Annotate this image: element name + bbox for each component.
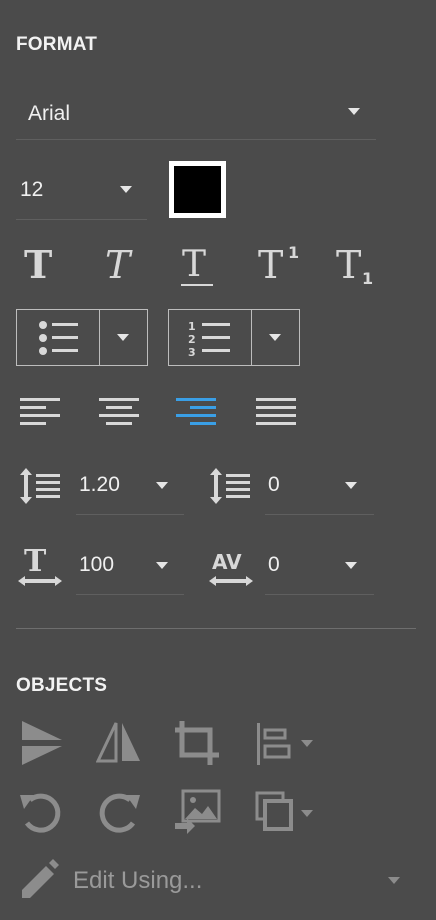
flip-vertical-icon[interactable] bbox=[22, 719, 64, 767]
line-spacing-value: 1.20 bbox=[79, 473, 120, 496]
scale-dropdown[interactable]: 100 bbox=[76, 553, 184, 595]
chevron-down-icon bbox=[269, 334, 281, 341]
objects-section-title: OBJECTS bbox=[16, 675, 108, 696]
bullet-list-icon bbox=[39, 321, 78, 355]
rotate-right-icon[interactable] bbox=[96, 791, 142, 835]
numbered-list-dropdown[interactable] bbox=[252, 310, 299, 365]
bullet-list-dropdown[interactable] bbox=[100, 310, 147, 365]
scale-value: 100 bbox=[79, 553, 115, 576]
flip-horizontal-icon[interactable] bbox=[96, 721, 142, 765]
horizontal-scale-icon: T bbox=[16, 545, 64, 589]
tracking-dropdown[interactable]: 0 bbox=[265, 553, 374, 595]
svg-text:1: 1 bbox=[288, 243, 299, 262]
font-size-value: 12 bbox=[20, 178, 44, 201]
numbered-list-control: 1 2 3 bbox=[168, 309, 300, 366]
chevron-down-icon bbox=[117, 334, 129, 341]
svg-text:T: T bbox=[258, 243, 283, 282]
chevron-down-icon bbox=[348, 108, 360, 115]
align-center-icon[interactable] bbox=[99, 396, 139, 428]
svg-text:3: 3 bbox=[188, 346, 196, 359]
paragraph-spacing-dropdown[interactable]: 0 bbox=[265, 473, 374, 515]
crop-icon[interactable] bbox=[173, 719, 221, 767]
align-left-icon[interactable] bbox=[20, 396, 60, 428]
font-size-dropdown[interactable]: 12 bbox=[16, 178, 147, 220]
svg-text:T: T bbox=[336, 244, 361, 286]
bullet-list-button[interactable] bbox=[17, 310, 99, 365]
font-family-dropdown[interactable]: Arial bbox=[16, 102, 376, 140]
subscript-icon[interactable]: T 1 bbox=[334, 244, 380, 286]
superscript-icon[interactable]: T 1 bbox=[256, 240, 302, 282]
align-right-icon[interactable] bbox=[176, 396, 216, 428]
svg-text:2: 2 bbox=[188, 333, 196, 346]
line-spacing-icon bbox=[16, 466, 62, 506]
svg-text:T: T bbox=[105, 246, 133, 282]
svg-text:1: 1 bbox=[188, 320, 196, 333]
chevron-down-icon bbox=[156, 562, 168, 569]
replace-image-icon[interactable] bbox=[173, 789, 223, 835]
numbered-list-icon: 1 2 3 bbox=[188, 320, 230, 359]
chevron-down-icon bbox=[156, 482, 168, 489]
align-objects-icon[interactable] bbox=[255, 721, 317, 767]
pencil-icon bbox=[18, 858, 60, 900]
numbered-list-button[interactable]: 1 2 3 bbox=[169, 310, 251, 365]
rotate-left-icon[interactable] bbox=[18, 791, 64, 835]
text-color-swatch[interactable] bbox=[169, 161, 226, 218]
bullet-list-control bbox=[16, 309, 148, 366]
svg-text:T: T bbox=[24, 545, 47, 579]
italic-icon[interactable]: T bbox=[103, 246, 139, 282]
tracking-value: 0 bbox=[268, 553, 280, 576]
section-divider bbox=[16, 628, 416, 629]
paragraph-spacing-icon bbox=[206, 466, 252, 506]
line-spacing-dropdown[interactable]: 1.20 bbox=[76, 473, 184, 515]
paragraph-spacing-value: 0 bbox=[268, 473, 280, 496]
svg-text:1: 1 bbox=[362, 269, 373, 286]
align-justify-icon[interactable] bbox=[256, 396, 296, 428]
chevron-down-icon bbox=[120, 186, 132, 193]
font-family-value: Arial bbox=[28, 102, 71, 125]
bold-icon[interactable]: T bbox=[22, 246, 58, 282]
arrange-icon[interactable] bbox=[255, 791, 317, 837]
edit-using-label: Edit Using... bbox=[73, 867, 203, 894]
underline-icon[interactable]: T bbox=[180, 244, 216, 288]
edit-using-dropdown[interactable] bbox=[386, 875, 406, 887]
svg-text:T: T bbox=[182, 244, 206, 285]
svg-text:AV: AV bbox=[212, 550, 242, 574]
chevron-down-icon bbox=[388, 877, 400, 884]
format-section-title: FORMAT bbox=[16, 34, 98, 55]
character-spacing-icon: AV bbox=[207, 545, 255, 589]
svg-text:T: T bbox=[24, 246, 52, 282]
chevron-down-icon bbox=[345, 482, 357, 489]
chevron-down-icon bbox=[345, 562, 357, 569]
